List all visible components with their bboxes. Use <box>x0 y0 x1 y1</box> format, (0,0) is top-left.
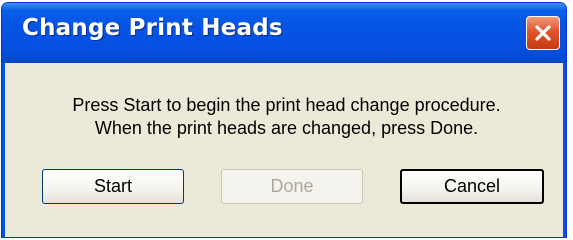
start-button[interactable]: Start <box>42 169 184 204</box>
cancel-button[interactable]: Cancel <box>400 169 544 204</box>
title-bar[interactable]: Change Print Heads <box>2 3 566 63</box>
dialog-title: Change Print Heads <box>22 15 283 41</box>
message-line-2: When the print heads are changed, press … <box>94 118 479 138</box>
close-button[interactable] <box>526 16 560 50</box>
done-button[interactable]: Done <box>221 169 363 204</box>
message-line-1: Press Start to begin the print head chan… <box>72 95 501 115</box>
dialog-body <box>2 63 566 237</box>
close-icon <box>535 25 551 41</box>
